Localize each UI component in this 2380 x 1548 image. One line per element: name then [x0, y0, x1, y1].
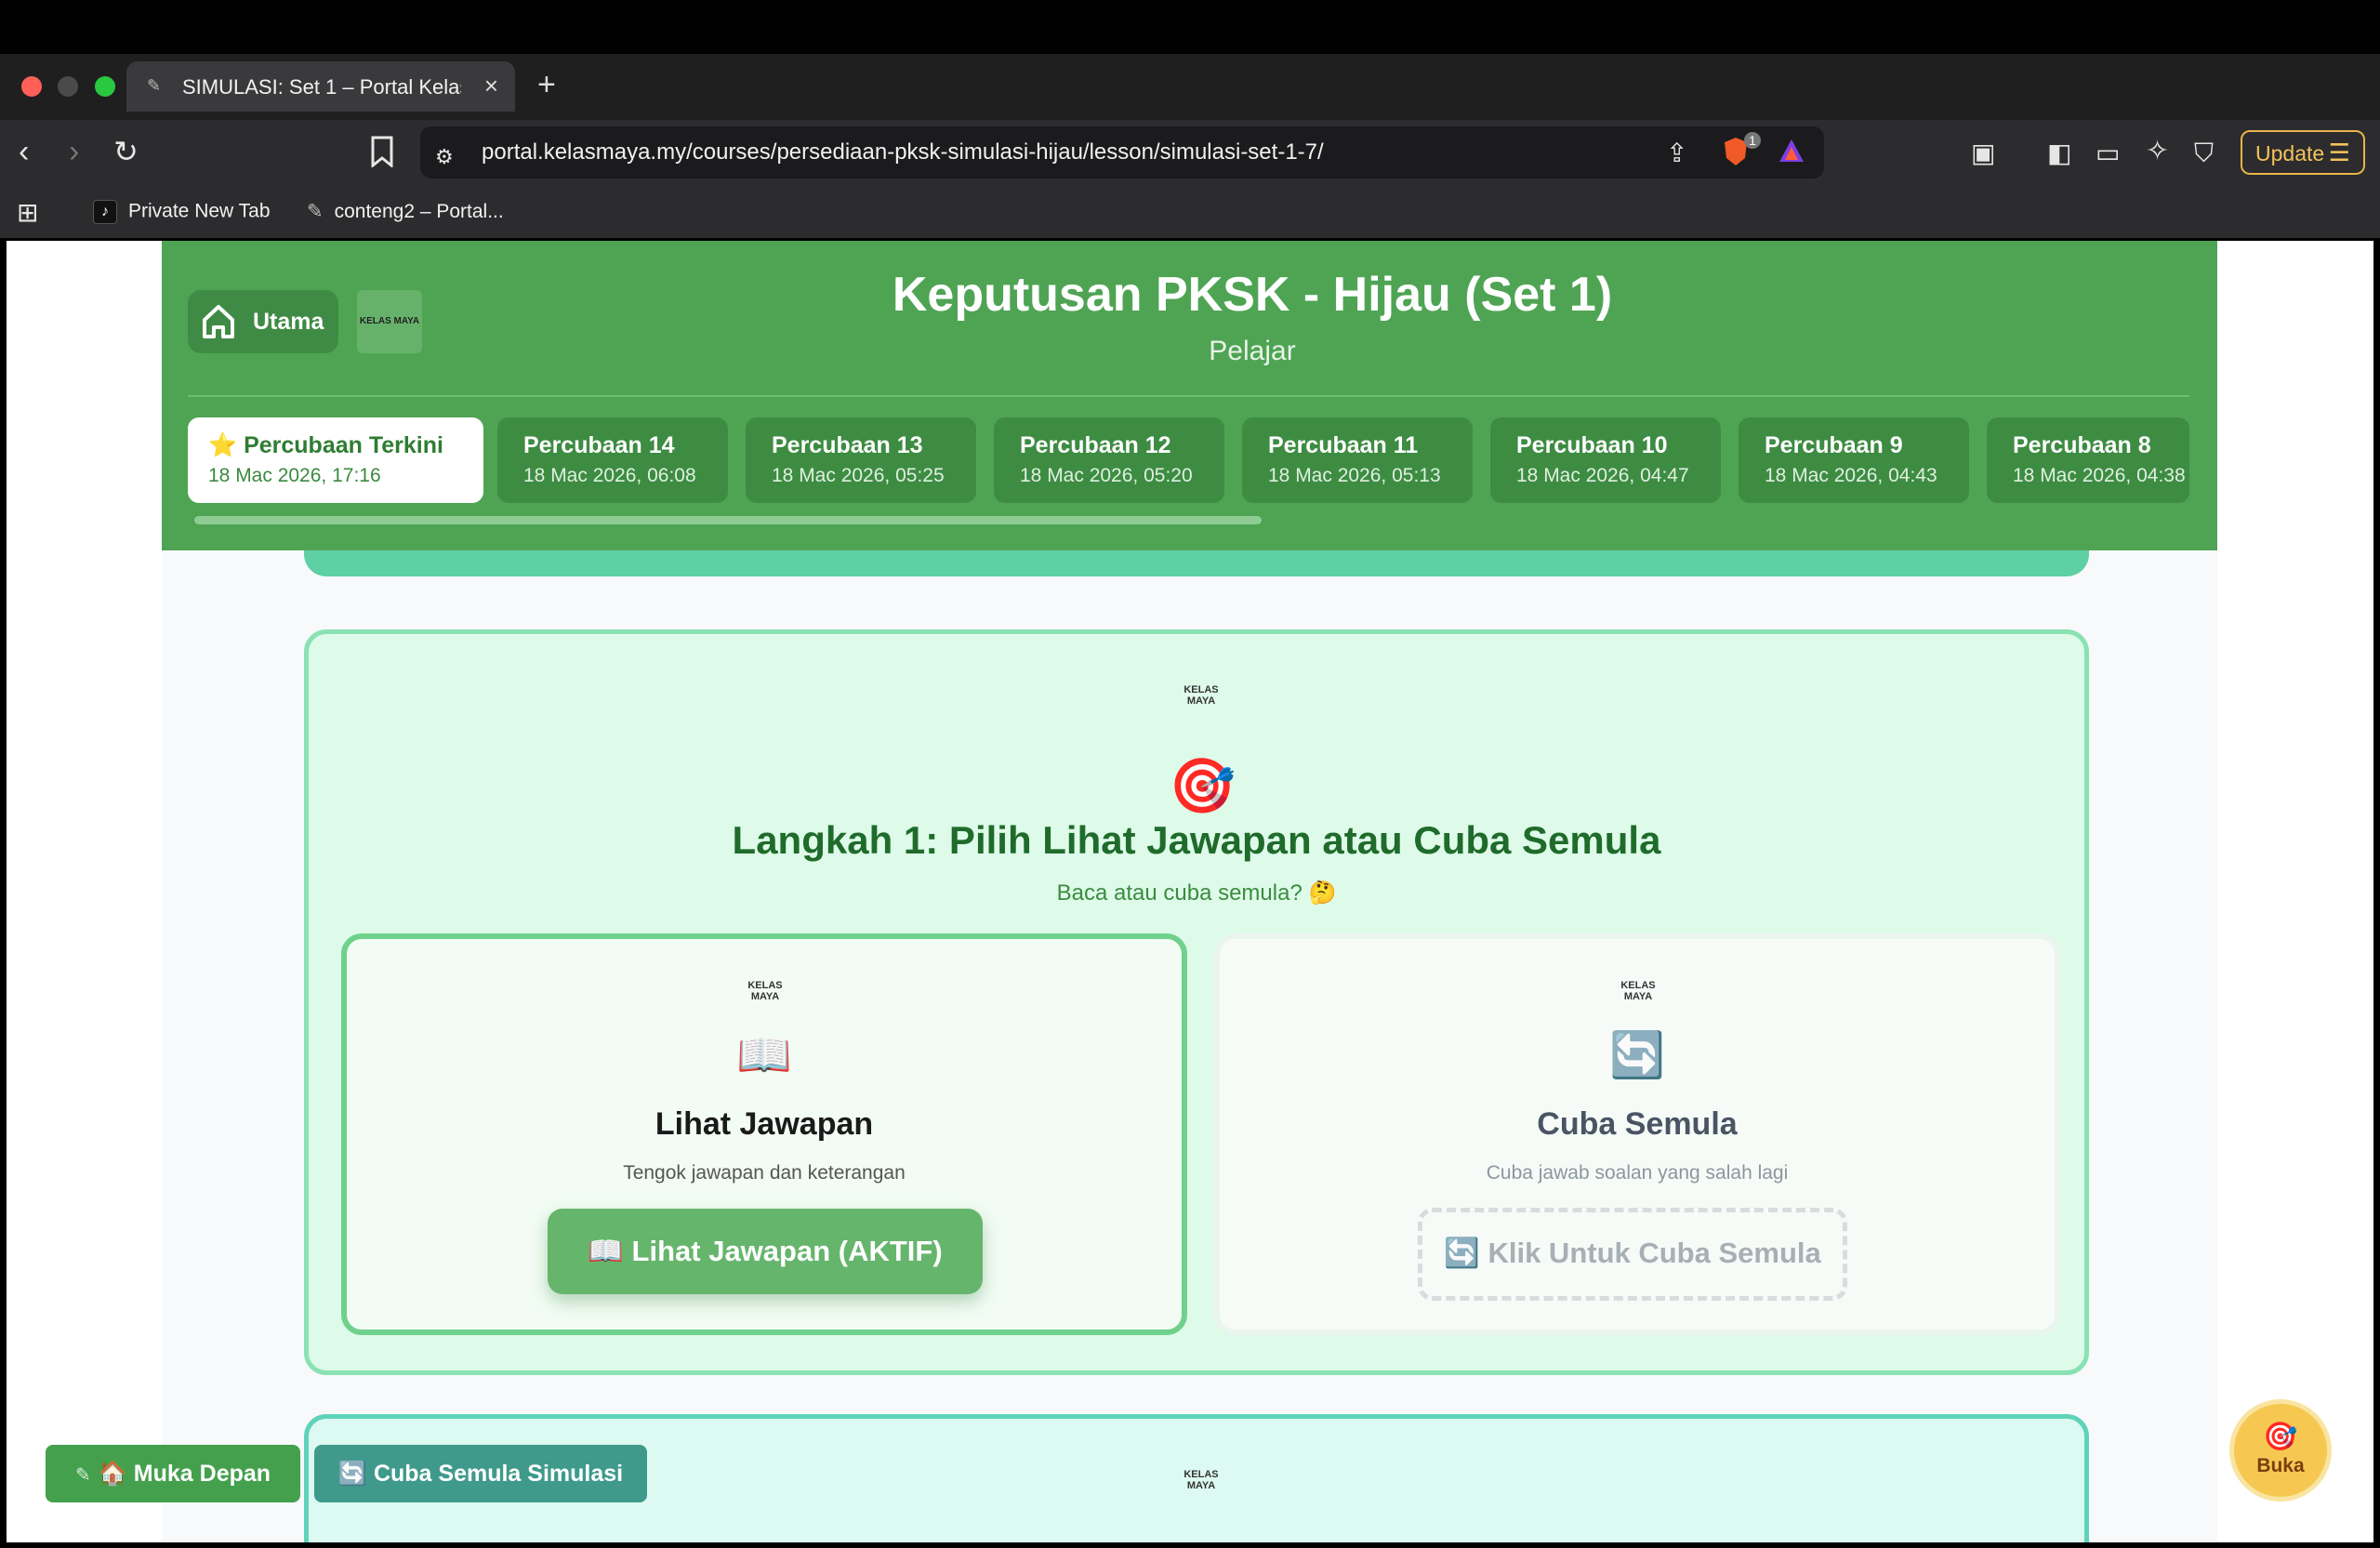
update-label: Update	[2255, 141, 2325, 165]
attempt-date: 18 Mac 2026, 04:38	[2013, 465, 2186, 486]
attempt-date: 18 Mac 2026, 05:13	[1268, 465, 1441, 486]
back-icon[interactable]: ‹	[19, 136, 29, 167]
pencil-icon: ✎	[74, 1465, 91, 1486]
browser-tab[interactable]: ✎ SIMULASI: Set 1 – Portal Kelas ×	[126, 61, 515, 112]
bookmark-conteng2[interactable]: ✎ conteng2 – Portal...	[307, 200, 504, 223]
attempt-date: 18 Mac 2026, 04:47	[1516, 465, 1689, 486]
attempt-label: Percubaan 11	[1268, 432, 1419, 458]
attempt-label: ⭐ Percubaan Terkini	[208, 432, 443, 458]
book-icon: 📖	[736, 1031, 792, 1080]
tab-favicon-icon: ✎	[147, 76, 162, 95]
wallet-icon[interactable]: ▭	[2096, 138, 2120, 169]
tiktok-icon: ♪	[93, 200, 117, 224]
page-viewport: Utama KELAS MAYA Keputusan PKSK - Hijau …	[7, 241, 2373, 1542]
bookmark-icon[interactable]	[370, 136, 394, 173]
leo-ai-icon[interactable]: ✧	[2146, 136, 2169, 167]
results-header: Utama KELAS MAYA Keputusan PKSK - Hijau …	[162, 241, 2217, 550]
attempt-date: 18 Mac 2026, 06:08	[523, 465, 696, 486]
page-title: Keputusan PKSK - Hijau (Set 1)	[892, 268, 1613, 322]
open-label: Buka	[2256, 1455, 2305, 1476]
retry-icon: 🔄	[1609, 1031, 1665, 1080]
bookmark-favicon-icon: ✎	[307, 201, 324, 222]
attempt-date: 18 Mac 2026, 05:20	[1020, 465, 1193, 486]
apps-grid-icon[interactable]: ⊞	[17, 197, 38, 229]
forward-icon[interactable]: ›	[69, 136, 79, 167]
attempt-label: Percubaan 9	[1765, 432, 1903, 458]
top-bezel	[0, 0, 2380, 54]
minimize-window-button[interactable]	[58, 76, 78, 97]
attempt-label: Percubaan 8	[2013, 432, 2151, 458]
site-settings-icon[interactable]: ⚙	[435, 141, 454, 173]
reader-mode-icon[interactable]: ▣	[1971, 138, 1995, 169]
attempt-label: Percubaan 10	[1516, 432, 1668, 458]
attempt-date: 18 Mac 2026, 17:16	[208, 465, 381, 486]
option-subtitle: Cuba jawab soalan yang salah lagi	[1486, 1162, 1789, 1184]
attempt-tab-9[interactable]: Percubaan 9 18 Mac 2026, 04:43	[1739, 417, 1969, 503]
view-answers-option[interactable]: KELAS MAYA 📖 Lihat Jawapan Tengok jawapa…	[341, 933, 1187, 1335]
new-tab-button[interactable]: +	[537, 67, 556, 103]
attempt-tab-11[interactable]: Percubaan 11 18 Mac 2026, 05:13	[1242, 417, 1473, 503]
kelas-maya-logo: KELAS MAYA	[1620, 980, 1656, 1002]
attempt-tab-10[interactable]: Percubaan 10 18 Mac 2026, 04:47	[1490, 417, 1721, 503]
target-icon: 🎯	[2263, 1422, 2298, 1452]
kelas-maya-logo: KELAS MAYA	[1183, 1469, 1219, 1491]
vpn-icon[interactable]: ⛉	[2194, 138, 2214, 169]
attempt-label: Percubaan 13	[772, 432, 923, 458]
rewards-icon[interactable]	[1778, 138, 1805, 169]
attempt-tab-latest[interactable]: ⭐ Percubaan Terkini 18 Mac 2026, 17:16	[188, 417, 483, 503]
maximize-window-button[interactable]	[95, 76, 115, 97]
attempt-tab-12[interactable]: Percubaan 12 18 Mac 2026, 05:20	[994, 417, 1224, 503]
attempt-label: Percubaan 12	[1020, 432, 1171, 458]
shield-badge: 1	[1744, 132, 1761, 149]
kelas-maya-logo: KELAS MAYA	[747, 980, 783, 1002]
tab-title: SIMULASI: Set 1 – Portal Kelas	[182, 75, 461, 99]
bookmark-private-new-tab[interactable]: ♪ Private New Tab	[93, 200, 271, 224]
retry-button[interactable]: 🔄 Klik Untuk Cuba Semula	[1418, 1208, 1847, 1301]
option-title: Lihat Jawapan	[654, 1106, 874, 1142]
attempt-label: Percubaan 14	[523, 432, 675, 458]
attempt-tab-14[interactable]: Percubaan 14 18 Mac 2026, 06:08	[497, 417, 728, 503]
close-window-button[interactable]	[21, 76, 42, 97]
attempt-date: 18 Mac 2026, 05:25	[772, 465, 945, 486]
url-text[interactable]: portal.kelasmaya.my/courses/persediaan-p…	[482, 139, 1324, 165]
page-subtitle: Pelajar	[1209, 336, 1296, 366]
reload-icon[interactable]: ↻	[113, 136, 139, 167]
view-answers-button[interactable]: 📖 Lihat Jawapan (AKTIF)	[548, 1209, 983, 1294]
option-subtitle: Tengok jawapan dan keterangan	[623, 1162, 906, 1184]
tab-close-icon[interactable]: ×	[484, 72, 498, 100]
option-title: Cuba Semula	[1537, 1106, 1738, 1142]
attempt-tab-8[interactable]: Percubaan 8 18 Mac 2026, 04:38	[1987, 417, 2189, 503]
attempts-scrollbar[interactable]	[194, 516, 1262, 524]
attempt-date: 18 Mac 2026, 04:43	[1765, 465, 1937, 486]
header-divider	[188, 395, 2189, 397]
sidebar-icon[interactable]: ◧	[2047, 138, 2071, 169]
step-title: Langkah 1: Pilih Lihat Jawapan atau Cuba…	[732, 818, 1661, 862]
retry-simulation-button[interactable]: 🔄 Cuba Semula Simulasi	[314, 1445, 647, 1502]
home-page-button[interactable]: ✎ 🏠 Muka Depan	[46, 1445, 300, 1502]
menu-icon: ☰	[2328, 139, 2350, 166]
share-icon[interactable]: ⇪	[1666, 138, 1687, 169]
target-icon: 🎯	[1169, 756, 1236, 816]
step-card: KELAS MAYA 🎯 Langkah 1: Pilih Lihat Jawa…	[304, 629, 2089, 1375]
attempt-tab-13[interactable]: Percubaan 13 18 Mac 2026, 05:25	[746, 417, 976, 503]
open-button[interactable]: 🎯 Buka	[2229, 1399, 2332, 1502]
retry-option[interactable]: KELAS MAYA 🔄 Cuba Semula Cuba jawab soal…	[1214, 933, 2060, 1335]
kelas-maya-logo: KELAS MAYA	[1183, 684, 1219, 707]
update-button[interactable]: Update ☰	[2241, 130, 2365, 175]
step-subtitle: Baca atau cuba semula? 🤔	[1056, 880, 1337, 906]
